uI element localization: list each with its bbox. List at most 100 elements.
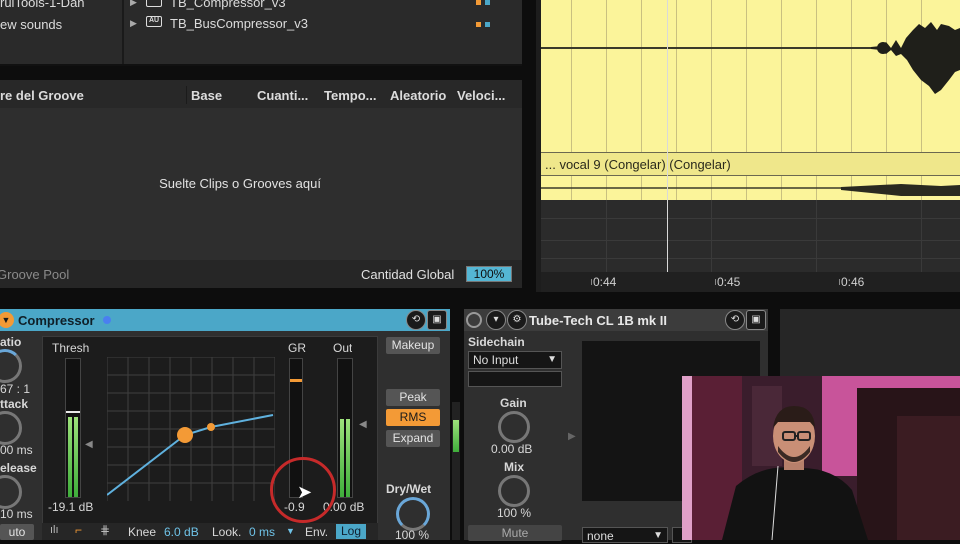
curve-view-icon[interactable]: ⌐	[75, 523, 82, 537]
chain-meter	[452, 402, 460, 540]
plugin-format-icon	[485, 22, 490, 27]
activity-view-icon[interactable]: ılı	[50, 524, 59, 536]
compressor-title-bar[interactable]: ▼ Compressor ⟲ ▣	[0, 309, 450, 331]
lane-line	[711, 200, 712, 272]
ratio-value[interactable]: 67 : 1	[0, 382, 30, 396]
device-title: Compressor	[18, 313, 95, 328]
webcam-overlay	[682, 376, 960, 540]
collision-view-icon[interactable]: ⋕	[100, 523, 110, 537]
column-header-random[interactable]: Aleatorio	[390, 88, 446, 103]
attack-knob[interactable]	[0, 411, 22, 445]
expand-arrow-icon[interactable]: ▶	[568, 431, 576, 442]
ruler-tick	[715, 279, 716, 285]
tubetech-title-bar[interactable]: ▾ ⚙ Tube-Tech CL 1B mk II ⟲ ▣	[464, 309, 768, 331]
attack-value[interactable]: 00 ms	[0, 443, 33, 457]
drywet-label: Dry/Wet	[386, 482, 432, 496]
browser-place-item[interactable]: ruiTools-1-Dan	[0, 0, 85, 10]
makeup-button[interactable]: Makeup	[386, 337, 440, 354]
output-select[interactable]: none ▼	[582, 527, 668, 543]
sidechain-channel-select[interactable]	[468, 371, 562, 387]
column-header-name[interactable]: re del Groove	[0, 88, 84, 103]
gr-indicator	[290, 379, 302, 382]
column-header-base[interactable]: Base	[191, 88, 222, 103]
plugin-format-icon	[476, 0, 481, 5]
clip-name: ... vocal 9 (Congelar) (Congelar)	[545, 157, 731, 172]
gain-value[interactable]: 0.00 dB	[491, 442, 532, 456]
time-ruler[interactable]: 0:44 0:45 0:46	[541, 272, 960, 292]
ruler-label: 0:46	[841, 275, 865, 289]
drop-hint: Suelte Clips o Grooves aquí	[159, 176, 321, 191]
plugin-icon	[146, 0, 162, 7]
transfer-curve[interactable]	[107, 357, 275, 501]
global-amount-label: Cantidad Global	[361, 267, 455, 282]
groove-pool-title: Groove Pool	[0, 267, 70, 282]
plugin-row[interactable]: ▶ TB_Compressor_v3	[130, 0, 510, 12]
meter-bar	[340, 419, 344, 497]
groove-pool-footer: Groove Pool Cantidad Global 100%	[0, 260, 522, 288]
gain-label: Gain	[500, 396, 527, 410]
sidechain-select[interactable]: No Input ▼	[468, 351, 562, 369]
sidechain-value: No Input	[473, 353, 519, 367]
column-header-timing[interactable]: Tempo...	[324, 88, 376, 103]
gain-knob[interactable]	[498, 411, 530, 443]
playhead[interactable]	[667, 0, 668, 272]
lookahead-label: Look.	[212, 525, 242, 539]
mix-knob[interactable]	[498, 475, 530, 507]
meter-bar	[68, 417, 72, 497]
mix-value[interactable]: 100 %	[497, 506, 531, 520]
auto-release-button[interactable]: uto	[0, 524, 34, 540]
plugin-name: TB_BusCompressor_v3	[170, 16, 308, 31]
out-label: Out	[333, 341, 353, 355]
column-header-quantize[interactable]: Cuanti...	[257, 88, 308, 103]
ratio-knob[interactable]	[0, 349, 22, 383]
release-label: elease	[0, 461, 37, 475]
automation-lane	[541, 200, 960, 272]
output-select-value: none	[587, 529, 614, 543]
groove-pool-header: re del Groove Base Cuanti... Tempo... Al…	[0, 80, 522, 108]
plugin-format-icon	[485, 0, 490, 5]
hot-swap-icon[interactable]: ⟲	[725, 310, 745, 330]
expand-triangle-icon[interactable]: ▶	[130, 0, 137, 8]
rms-button[interactable]: RMS	[386, 409, 440, 426]
compressor-bottom-bar: ılı ⌐ ⋕ Knee 6.0 dB Look. 0 ms ▼ Env. Lo…	[42, 523, 378, 540]
peak-button[interactable]: Peak	[386, 389, 440, 406]
knee-value[interactable]: 6.0 dB	[164, 525, 199, 539]
global-amount-field[interactable]: 100%	[466, 266, 512, 282]
plugin-row[interactable]: ▶ AU TB_BusCompressor_v3	[130, 15, 510, 33]
presenter-video	[682, 376, 960, 540]
device-chain-empty	[780, 309, 960, 377]
groove-pool: re del Groove Base Cuanti... Tempo... Al…	[0, 80, 522, 288]
device-power-icon[interactable]	[466, 312, 482, 328]
wrench-icon[interactable]: ⚙	[507, 310, 527, 330]
clip-title-bar[interactable]: ... vocal 9 (Congelar) (Congelar)	[541, 152, 960, 176]
browser-panel: ruiTools-1-Dan ew sounds ▶ TB_Compressor…	[0, 0, 522, 66]
mute-button[interactable]: Mute	[468, 525, 562, 541]
thresh-label: Thresh	[52, 341, 90, 355]
save-preset-icon[interactable]: ▣	[746, 310, 766, 330]
lane-line	[816, 200, 817, 272]
hot-swap-icon[interactable]: ⟲	[406, 310, 426, 330]
lane-line	[541, 218, 960, 219]
lookahead-dropdown-icon[interactable]: ▼	[286, 526, 295, 536]
threshold-marker	[66, 411, 80, 413]
expand-button[interactable]: Expand	[386, 430, 440, 447]
browser-place-item[interactable]: ew sounds	[0, 17, 62, 32]
ruler-tick	[591, 279, 592, 285]
release-value[interactable]: 10 ms	[0, 507, 33, 521]
mix-label: Mix	[504, 460, 525, 474]
lookahead-value[interactable]: 0 ms	[249, 525, 275, 539]
release-knob[interactable]	[0, 475, 22, 509]
save-preset-icon[interactable]: ▣	[427, 310, 447, 330]
threshold-meter[interactable]	[65, 358, 81, 498]
column-header-velocity[interactable]: Veloci...	[457, 88, 505, 103]
audio-clip[interactable]: ... vocal 9 (Congelar) (Congelar)	[541, 0, 960, 200]
output-meter[interactable]	[337, 358, 353, 498]
drywet-knob[interactable]	[396, 497, 430, 531]
expand-triangle-icon[interactable]: ▶	[130, 18, 137, 29]
envelope-log-button[interactable]: Log	[336, 524, 366, 539]
device-power-icon[interactable]: ▼	[0, 312, 14, 328]
thresh-value[interactable]: -19.1 dB	[48, 500, 93, 514]
browser-divider	[122, 0, 124, 66]
meter-bar	[453, 420, 459, 452]
expand-icon[interactable]: ▾	[486, 310, 506, 330]
